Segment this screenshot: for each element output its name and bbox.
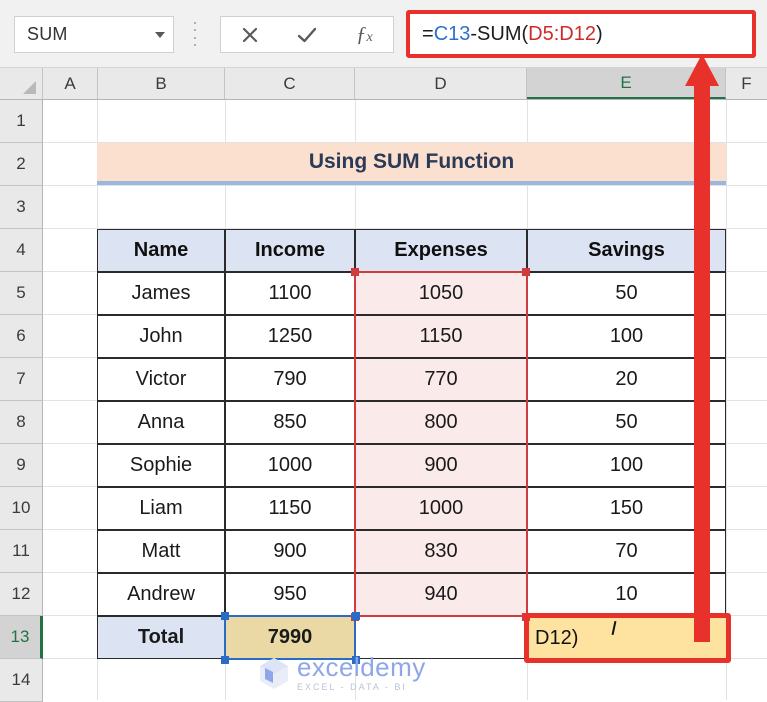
cell-c11[interactable]: 900 — [225, 530, 355, 573]
formula-bar-highlight: = C13 -SUM(D5:D12) — [406, 10, 756, 58]
row-header-9[interactable]: 9 — [0, 444, 43, 487]
cell-e5[interactable]: 50 — [527, 272, 726, 315]
cancel-icon[interactable] — [221, 17, 278, 52]
formula-input[interactable]: = C13 -SUM(D5:D12) — [410, 14, 752, 54]
row-header-1[interactable]: 1 — [0, 100, 43, 143]
cell-b7[interactable]: Victor — [97, 358, 225, 401]
formula-bar-area: SUM ƒx = C13 -SUM(D5:D12) — [0, 0, 767, 68]
name-box-value: SUM — [27, 24, 68, 44]
cell-c8[interactable]: 850 — [225, 401, 355, 444]
range-handle-top-left[interactable] — [351, 268, 359, 276]
table-header-name[interactable]: Name — [97, 229, 225, 272]
row-header-5[interactable]: 5 — [0, 272, 43, 315]
cell-d11[interactable]: 830 — [355, 530, 527, 573]
formula-ref-c13: C13 — [433, 22, 471, 45]
cell-b13-total-label[interactable]: Total — [97, 616, 225, 659]
column-header-a[interactable]: A — [43, 68, 98, 99]
cell-d5[interactable]: 1050 — [355, 272, 527, 315]
cell-c12[interactable]: 950 — [225, 573, 355, 616]
fx-icon[interactable]: ƒx — [336, 17, 393, 52]
sheet-title[interactable]: Using SUM Function — [97, 143, 726, 185]
cell-e9[interactable]: 100 — [527, 444, 726, 487]
cell-d7[interactable]: 770 — [355, 358, 527, 401]
row-header-4[interactable]: 4 — [0, 229, 43, 272]
cell-b11[interactable]: Matt — [97, 530, 225, 573]
cell-d12[interactable]: 940 — [355, 573, 527, 616]
table-header-savings[interactable]: Savings — [527, 229, 726, 272]
cell-d9[interactable]: 900 — [355, 444, 527, 487]
range-handle-bottom-right[interactable] — [522, 613, 530, 621]
row-header-3[interactable]: 3 — [0, 186, 43, 229]
spreadsheet-grid[interactable]: Using SUM Function Name Income Expenses … — [43, 100, 767, 700]
row-header-13[interactable]: 13 — [0, 616, 43, 659]
gridline — [726, 100, 727, 700]
watermark-name: exceldemy — [297, 652, 426, 682]
column-header-b[interactable]: B — [98, 68, 225, 99]
cell-b5[interactable]: James — [97, 272, 225, 315]
exceldemy-logo-icon — [255, 654, 293, 692]
formula-operator: -SUM( — [470, 22, 529, 45]
cell-b12[interactable]: Andrew — [97, 573, 225, 616]
table-header-expenses[interactable]: Expenses — [355, 229, 527, 272]
c13-handle-bottom-left[interactable] — [221, 656, 229, 664]
c13-handle-top-right[interactable] — [352, 612, 360, 620]
cell-b9[interactable]: Sophie — [97, 444, 225, 487]
row-header-2[interactable]: 2 — [0, 143, 43, 186]
formula-prefix: = — [422, 22, 434, 45]
cell-d6[interactable]: 1150 — [355, 315, 527, 358]
gridline — [43, 185, 767, 186]
formula-suffix: ) — [595, 22, 603, 45]
cell-c6[interactable]: 1250 — [225, 315, 355, 358]
cell-e10[interactable]: 150 — [527, 487, 726, 530]
cell-c5[interactable]: 1100 — [225, 272, 355, 315]
c13-handle-top-left[interactable] — [221, 612, 229, 620]
cell-b10[interactable]: Liam — [97, 487, 225, 530]
name-box[interactable]: SUM — [14, 16, 174, 53]
table-header-income[interactable]: Income — [225, 229, 355, 272]
watermark-tagline: EXCEL - DATA - BI — [297, 682, 407, 692]
cell-e11[interactable]: 70 — [527, 530, 726, 573]
formula-ref-d5-d12: D5:D12 — [528, 22, 596, 45]
row-header-14[interactable]: 14 — [0, 659, 43, 702]
cell-e13-editing[interactable]: D12) — [527, 617, 726, 659]
row-headers: 1 2 3 4 5 6 7 8 9 10 11 12 13 14 — [0, 100, 43, 702]
cell-e8[interactable]: 50 — [527, 401, 726, 444]
chevron-down-icon[interactable] — [147, 31, 173, 38]
formula-action-buttons: ƒx — [220, 16, 394, 53]
column-header-c[interactable]: C — [225, 68, 355, 99]
row-header-7[interactable]: 7 — [0, 358, 43, 401]
row-header-10[interactable]: 10 — [0, 487, 43, 530]
check-icon[interactable] — [278, 17, 335, 52]
row-header-6[interactable]: 6 — [0, 315, 43, 358]
cell-b8[interactable]: Anna — [97, 401, 225, 444]
row-header-12[interactable]: 12 — [0, 573, 43, 616]
watermark: exceldemy EXCEL - DATA - BI — [255, 650, 505, 696]
cell-b6[interactable]: John — [97, 315, 225, 358]
row-header-11[interactable]: 11 — [0, 530, 43, 573]
range-handle-top-right[interactable] — [522, 268, 530, 276]
column-header-f[interactable]: F — [726, 68, 767, 99]
column-header-d[interactable]: D — [355, 68, 527, 99]
excel-screenshot: SUM ƒx = C13 -SUM(D5:D12) A B C D E F 1… — [0, 0, 767, 702]
column-header-e[interactable]: E — [527, 68, 726, 99]
select-all-button[interactable] — [0, 68, 43, 99]
cell-d10[interactable]: 1000 — [355, 487, 527, 530]
cell-d8[interactable]: 800 — [355, 401, 527, 444]
cell-c9[interactable]: 1000 — [225, 444, 355, 487]
cell-c10[interactable]: 1150 — [225, 487, 355, 530]
cell-c7[interactable]: 790 — [225, 358, 355, 401]
cell-e12[interactable]: 10 — [527, 573, 726, 616]
cell-e7[interactable]: 20 — [527, 358, 726, 401]
overflow-dots-icon — [190, 22, 200, 46]
row-header-8[interactable]: 8 — [0, 401, 43, 444]
cell-e6[interactable]: 100 — [527, 315, 726, 358]
column-headers: A B C D E F — [0, 68, 767, 100]
